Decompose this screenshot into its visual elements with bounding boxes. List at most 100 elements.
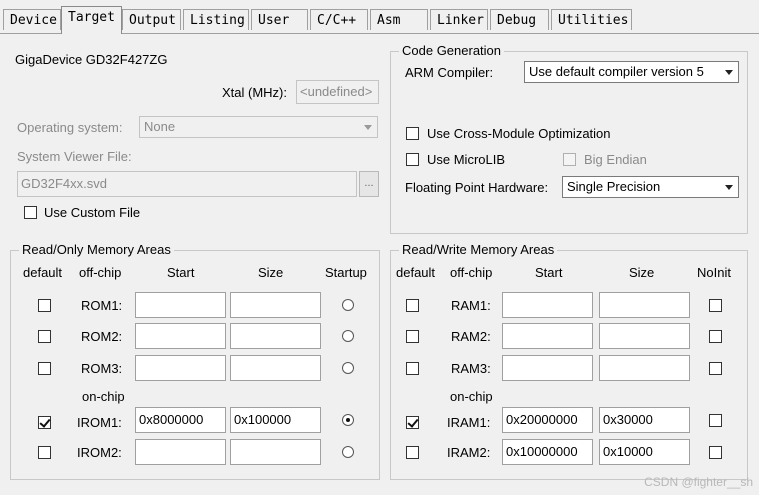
os-select[interactable]: None [139,116,378,138]
rom-onchip-label: on-chip [82,389,125,404]
tab-user[interactable]: User [251,9,308,30]
fpu-value: Single Precision [567,179,661,194]
rom-header-startup: Startup [325,265,367,280]
xtal-input[interactable]: <undefined> [296,80,379,104]
rom1-size-input[interactable] [230,292,321,318]
rom-header-default: default [23,265,63,280]
microlib-label: Use MicroLIB [427,152,506,167]
fpu-label: Floating Point Hardware: [405,180,549,195]
big-endian-checkbox[interactable] [563,153,576,166]
ram2-start-input[interactable] [502,323,593,349]
iram1-label: IRAM1: [447,415,491,430]
rom3-label: ROM3: [81,361,123,376]
arm-compiler-select[interactable]: Use default compiler version 5 [524,61,739,83]
tab-device[interactable]: Device [3,9,61,30]
ram-header-start: Start [535,265,563,280]
rom3-startup-radio[interactable] [342,362,354,374]
ram-header-default: default [396,265,436,280]
ram2-label: RAM2: [451,329,491,344]
tab-asm[interactable]: Asm [370,9,428,30]
rom3-size-input[interactable] [230,355,321,381]
rom2-size-input[interactable] [230,323,321,349]
iram1-start-input[interactable]: 0x20000000 [502,407,593,433]
irom2-startup-radio[interactable] [342,446,354,458]
ram1-size-input[interactable] [599,292,690,318]
ram3-start-input[interactable] [502,355,593,381]
rom-header-offchip: off-chip [79,265,122,280]
irom2-size-input[interactable] [230,439,321,465]
checkmark-icon [39,416,51,428]
rom1-label: ROM1: [81,298,123,313]
ram3-size-input[interactable] [599,355,690,381]
irom2-start-input[interactable] [135,439,226,465]
ram1-default-checkbox[interactable] [406,299,419,312]
ram-onchip-label: on-chip [450,389,493,404]
ram2-size-input[interactable] [599,323,690,349]
ram-header-noinit: NoInit [697,265,731,280]
irom1-label: IROM1: [77,415,122,430]
ram-header-offchip: off-chip [450,265,493,280]
fpu-select[interactable]: Single Precision [562,176,739,198]
iram2-noinit-checkbox[interactable] [709,446,722,459]
tab-bar: Device Target Output Listing User C/C++ … [0,0,759,34]
rom2-startup-radio[interactable] [342,330,354,342]
irom2-default-checkbox[interactable] [38,446,51,459]
tab-debug[interactable]: Debug [490,9,549,30]
rom2-start-input[interactable] [135,323,226,349]
ram1-label: RAM1: [451,298,491,313]
irom1-start-input[interactable]: 0x8000000 [135,407,226,433]
device-name: GigaDevice GD32F427ZG [15,52,168,67]
ram-header-size: Size [629,265,655,280]
irom1-size-input[interactable]: 0x100000 [230,407,321,433]
iram1-default-checkbox[interactable] [406,416,419,429]
iram2-default-checkbox[interactable] [406,446,419,459]
use-custom-file-label: Use Custom File [44,205,141,220]
xtal-label: Xtal (MHz): [222,85,287,100]
ram2-noinit-checkbox[interactable] [709,330,722,343]
irom1-startup-radio[interactable] [342,414,354,426]
arm-compiler-label: ARM Compiler: [405,65,494,80]
iram2-size-input[interactable]: 0x10000 [599,439,690,465]
irom1-default-checkbox[interactable] [38,416,51,429]
rom-group-title: Read/Only Memory Areas [19,242,174,257]
watermark: CSDN @fighter__sh [644,475,753,489]
rom2-label: ROM2: [81,329,123,344]
rom1-default-checkbox[interactable] [38,299,51,312]
rom-header-size: Size [258,265,284,280]
ram1-start-input[interactable] [502,292,593,318]
microlib-checkbox[interactable] [406,153,419,166]
cross-module-checkbox[interactable] [406,127,419,140]
svd-input[interactable]: GD32F4xx.svd [17,171,357,197]
chevron-down-icon [720,63,737,81]
rom3-start-input[interactable] [135,355,226,381]
tab-output[interactable]: Output [122,9,181,30]
tab-listing[interactable]: Listing [183,9,249,30]
tab-linker[interactable]: Linker [430,9,488,30]
ram2-default-checkbox[interactable] [406,330,419,343]
tab-c-cpp[interactable]: C/C++ [310,9,368,30]
iram1-noinit-checkbox[interactable] [709,414,722,427]
use-custom-file-checkbox[interactable] [24,206,37,219]
code-generation-title: Code Generation [399,43,505,58]
ram3-default-checkbox[interactable] [406,362,419,375]
chevron-down-icon [720,178,737,196]
iram2-label: IRAM2: [447,445,491,460]
rom3-default-checkbox[interactable] [38,362,51,375]
ram1-noinit-checkbox[interactable] [709,299,722,312]
ram3-label: RAM3: [451,361,491,376]
big-endian-label: Big Endian [584,152,647,167]
tab-target[interactable]: Target [61,6,122,34]
iram1-size-input[interactable]: 0x30000 [599,407,690,433]
tab-utilities[interactable]: Utilities [551,9,632,30]
ram3-noinit-checkbox[interactable] [709,362,722,375]
browse-button[interactable]: ... [359,171,379,197]
rom1-startup-radio[interactable] [342,299,354,311]
rom-header-start: Start [167,265,195,280]
chevron-down-icon [359,118,376,136]
rom1-start-input[interactable] [135,292,226,318]
iram2-start-input[interactable]: 0x10000000 [502,439,593,465]
os-label: Operating system: [17,120,123,135]
irom2-label: IROM2: [77,445,122,460]
os-select-value: None [144,119,176,134]
rom2-default-checkbox[interactable] [38,330,51,343]
